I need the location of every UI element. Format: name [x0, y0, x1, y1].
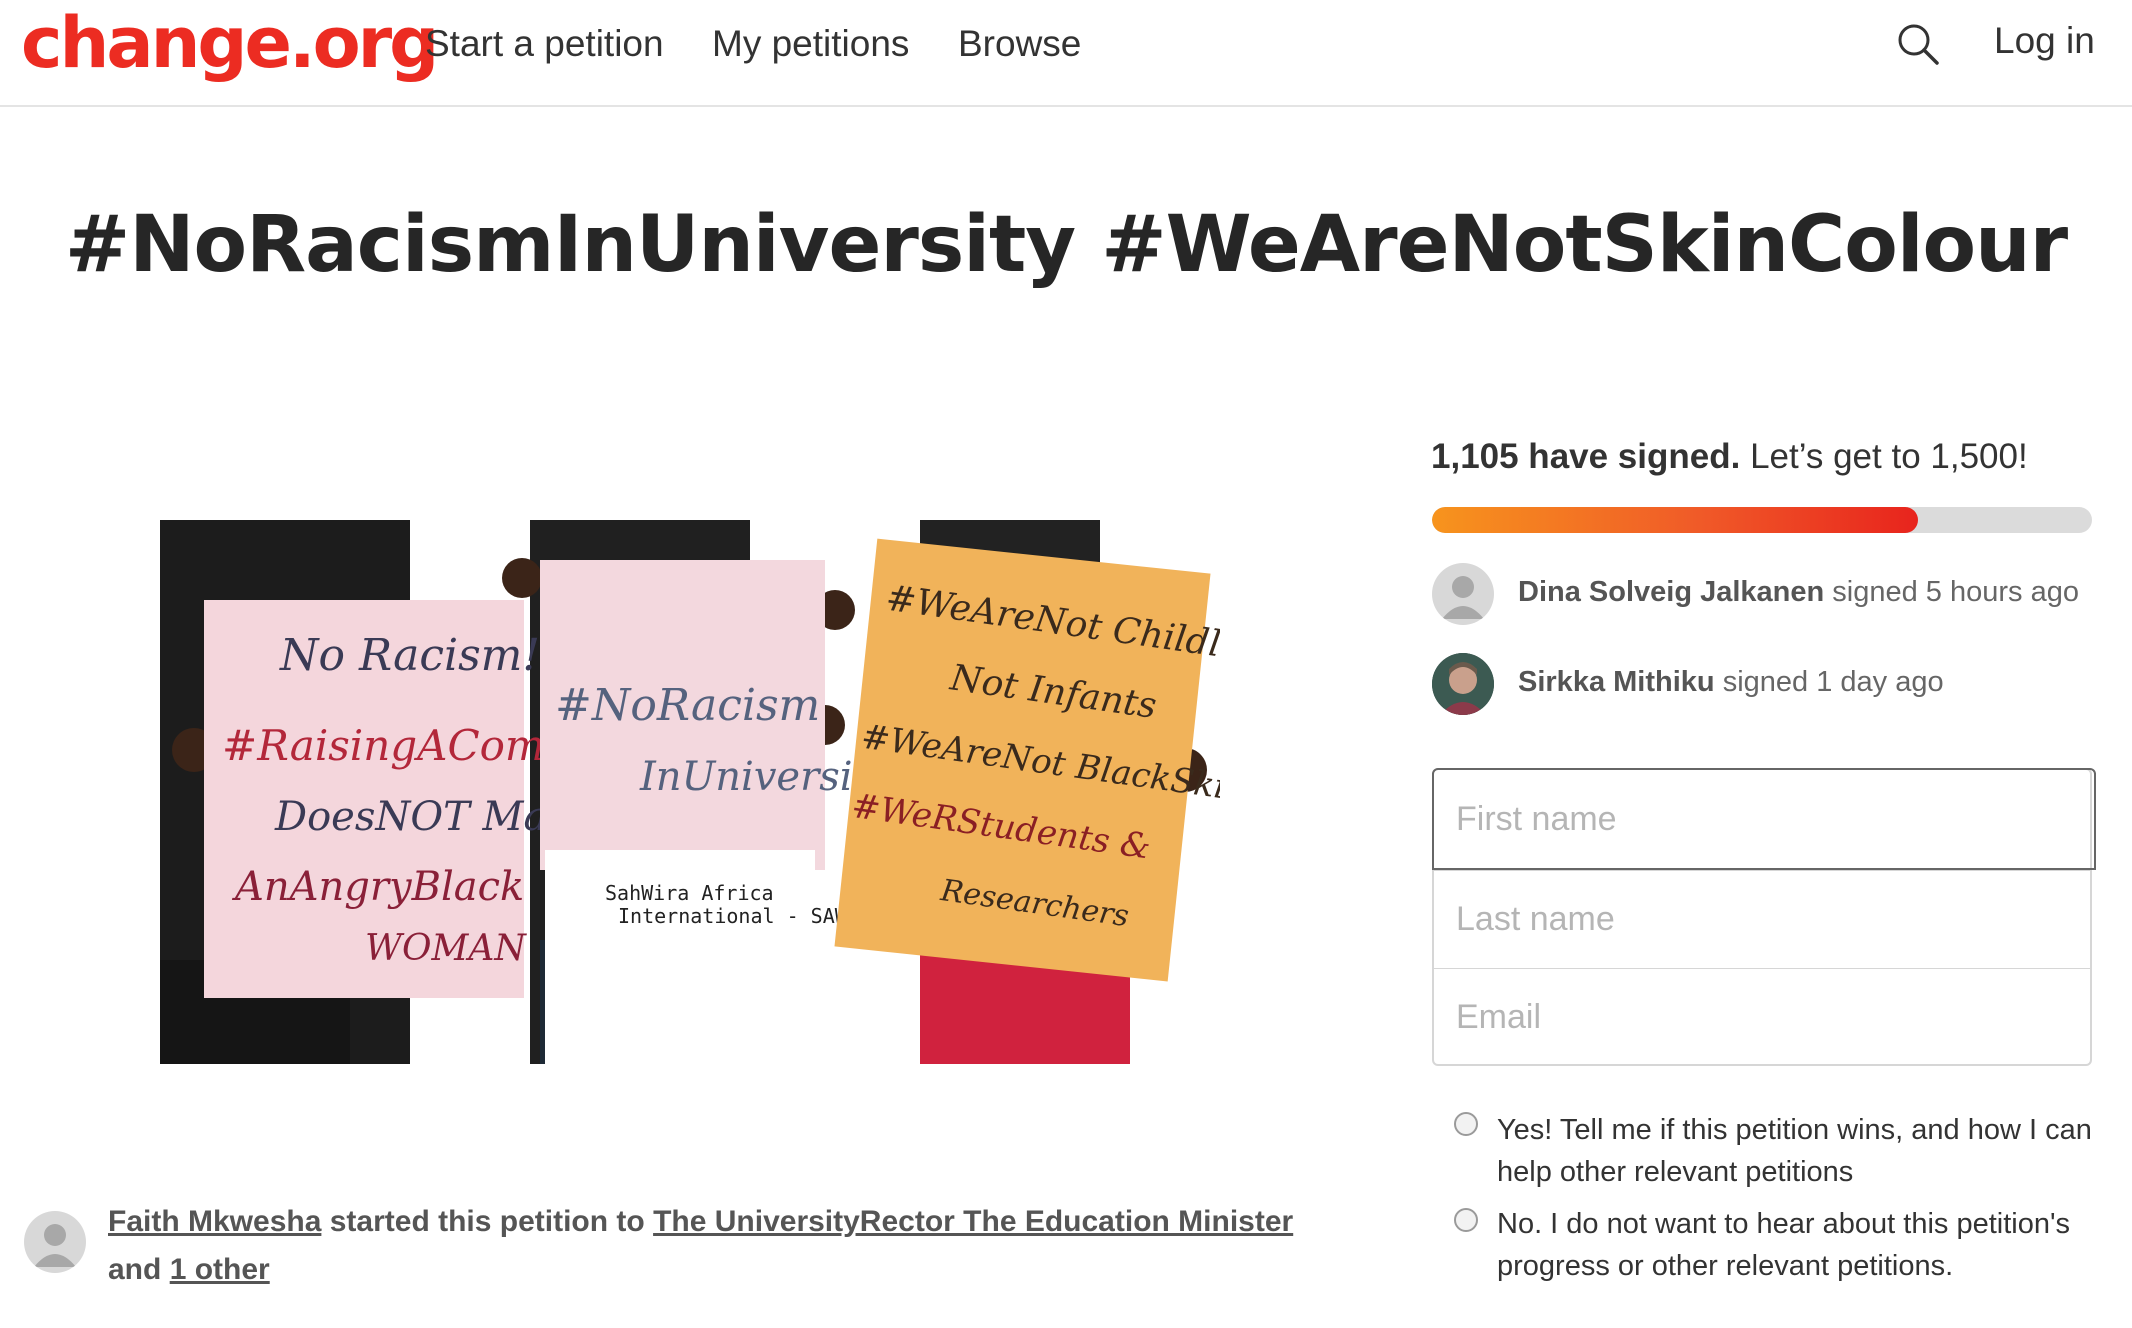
- login-link[interactable]: Log in: [1994, 20, 2095, 62]
- signer-action: signed 5 hours ago: [1832, 576, 2079, 608]
- opt-in-label[interactable]: Yes! Tell me if this petition wins, and …: [1497, 1109, 2097, 1193]
- sign-form: [1432, 768, 2096, 1066]
- signature-goal: Let’s get to 1,500!: [1750, 437, 2028, 476]
- sign-text-left-4: AnAngryBlack: [231, 864, 524, 910]
- signer-action: signed 1 day ago: [1722, 666, 1944, 698]
- petition-starter-line: Faith Mkwesha started this petition to T…: [108, 1198, 1308, 1294]
- nav-browse[interactable]: Browse: [958, 23, 1081, 65]
- petition-title: #NoRacismInUniversity #WeAreNotSkinColou…: [64, 200, 2068, 290]
- person-placeholder-icon: [1442, 576, 1484, 619]
- change-org-logo[interactable]: change.org: [21, 2, 439, 84]
- last-name-field[interactable]: [1434, 870, 2090, 968]
- signer-text: Dina Solveig Jalkanen signed 5 hours ago: [1518, 576, 2079, 609]
- signer-text: Sirkka Mithiku signed 1 day ago: [1518, 666, 1944, 699]
- signature-summary: 1,105 have signed. Let’s get to 1,500!: [1431, 437, 2028, 477]
- signer-name: Sirkka Mithiku: [1518, 666, 1715, 698]
- sign-text-middle-1: #NoRacism: [555, 680, 820, 731]
- sign-text-left-5: WOMAN: [365, 928, 527, 969]
- watermark-line-2: International - SAW: [618, 904, 848, 928]
- signer-name: Dina Solveig Jalkanen: [1518, 576, 1825, 608]
- signer-photo-icon: [1432, 653, 1494, 715]
- starter-and-text: and: [108, 1253, 162, 1286]
- starter-avatar: [24, 1211, 86, 1273]
- first-name-field[interactable]: [1432, 768, 2096, 870]
- signature-progress-fill: [1432, 507, 1919, 533]
- signer-avatar: [1432, 653, 1494, 715]
- signature-progress-bar: [1432, 507, 2092, 533]
- top-navigation-bar: change.org Start a petition My petitions…: [0, 0, 2132, 107]
- starter-name-link[interactable]: Faith Mkwesha: [108, 1205, 321, 1238]
- nav-start-petition[interactable]: Start a petition: [425, 23, 664, 65]
- sign-text-left-1: No Racism!: [279, 630, 540, 681]
- opt-out-label[interactable]: No. I do not want to hear about this pet…: [1497, 1203, 2097, 1287]
- person-placeholder-icon: [34, 1224, 76, 1267]
- nav-my-petitions[interactable]: My petitions: [712, 23, 909, 65]
- watermark-line-1: SahWira Africa: [605, 881, 774, 905]
- signature-count: 1,105 have signed.: [1431, 437, 1741, 476]
- signer-avatar: [1432, 563, 1494, 625]
- other-targets-link[interactable]: 1 other: [170, 1253, 270, 1286]
- starter-started-text: started this petition to: [329, 1205, 645, 1238]
- petition-image: No Racism! #RaisingAComplaint DoesNOT Ma…: [160, 520, 1220, 1064]
- opt-out-radio[interactable]: [1454, 1208, 1478, 1232]
- opt-in-radio[interactable]: [1454, 1112, 1478, 1136]
- email-field[interactable]: [1434, 968, 2090, 1066]
- petition-target-link[interactable]: The UniversityRector The Education Minis…: [653, 1205, 1293, 1238]
- search-icon[interactable]: [1896, 22, 1940, 66]
